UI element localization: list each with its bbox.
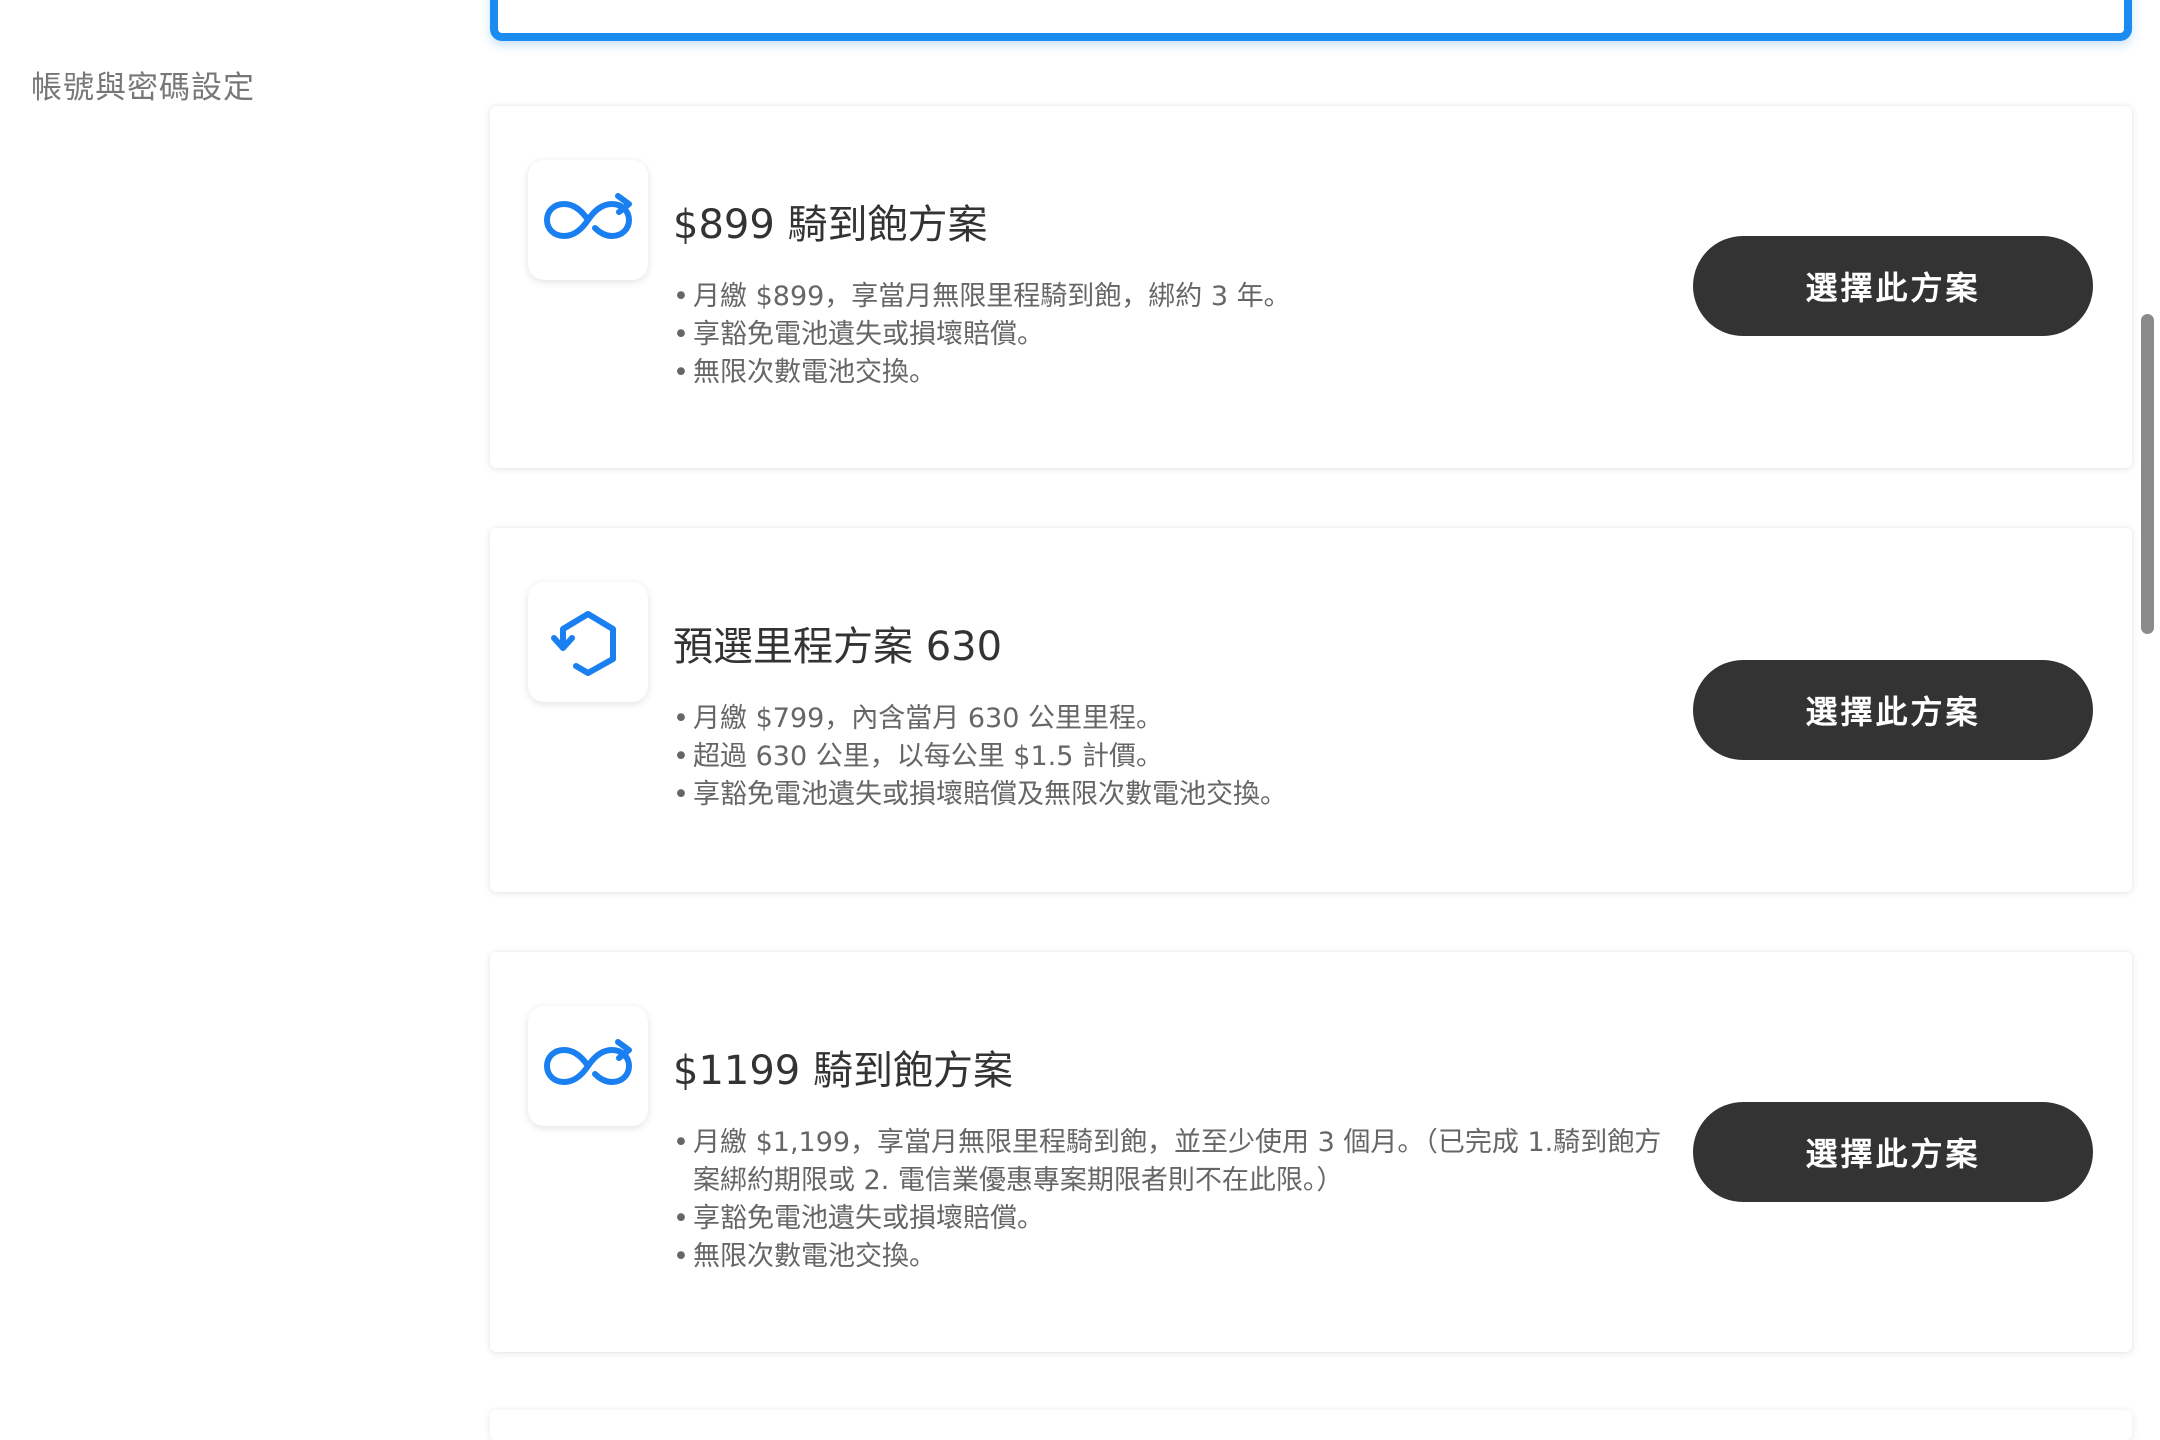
plan-feature: 月繳 $1,199，享當月無限里程騎到飽，並至少使用 3 個月。（已完成 1.騎… [673,1124,1673,1200]
plan-feature: 無限次數電池交換。 [673,354,1673,392]
scrollbar-thumb[interactable] [2141,314,2154,634]
plan-card: $1199 騎到飽方案 月繳 $1,199，享當月無限里程騎到飽，並至少使用 3… [490,952,2132,1352]
plan-features-list: 月繳 $1,199，享當月無限里程騎到飽，並至少使用 3 個月。（已完成 1.騎… [673,1124,1673,1276]
plan-feature: 月繳 $799，內含當月 630 公里里程。 [673,700,1673,738]
plan-title: 預選里程方案 630 [673,624,1003,670]
plan-feature: 享豁免電池遺失或損壞賠償。 [673,316,1673,354]
select-plan-button[interactable]: 選擇此方案 [1693,660,2093,760]
select-plan-button[interactable]: 選擇此方案 [1693,236,2093,336]
sidebar-item-account-settings[interactable]: 帳號與密碼設定 [31,62,255,107]
plan-title: $1199 騎到飽方案 [673,1048,1013,1094]
plan-card-partial [490,1410,2132,1440]
plan-icon-box [528,582,648,702]
hexagon-refresh-icon [551,611,616,676]
plan-features-list: 月繳 $799，內含當月 630 公里里程。 超過 630 公里，以每公里 $1… [673,700,1673,814]
plan-card: 預選里程方案 630 月繳 $799，內含當月 630 公里里程。 超過 630… [490,528,2132,892]
infinity-refresh-icon [544,1039,632,1085]
plan-title: $899 騎到飽方案 [673,202,988,248]
plan-feature: 月繳 $899，享當月無限里程騎到飽，綁約 3 年。 [673,278,1673,316]
select-plan-button[interactable]: 選擇此方案 [1693,1102,2093,1202]
plan-feature: 超過 630 公里，以每公里 $1.5 計價。 [673,738,1673,776]
selected-plan-card[interactable] [490,0,2132,41]
plan-feature: 享豁免電池遺失或損壞賠償及無限次數電池交換。 [673,776,1673,814]
plan-feature: 無限次數電池交換。 [673,1238,1673,1276]
infinity-refresh-icon [544,193,632,239]
plan-card: $899 騎到飽方案 月繳 $899，享當月無限里程騎到飽，綁約 3 年。 享豁… [490,106,2132,468]
plan-icon-box [528,160,648,280]
plan-feature: 享豁免電池遺失或損壞賠償。 [673,1200,1673,1238]
plan-features-list: 月繳 $899，享當月無限里程騎到飽，綁約 3 年。 享豁免電池遺失或損壞賠償。… [673,278,1673,392]
plan-icon-box [528,1006,648,1126]
